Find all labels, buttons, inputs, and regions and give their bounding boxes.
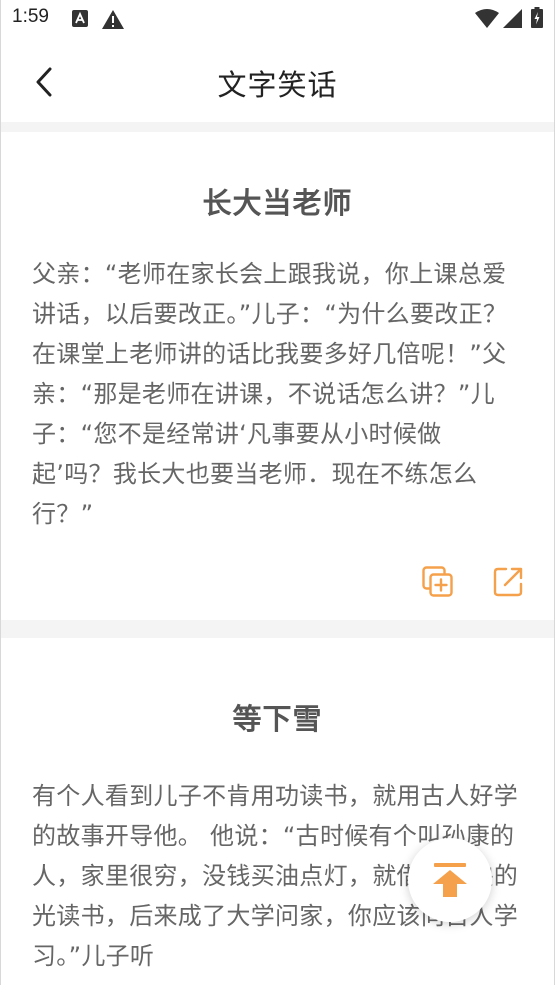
app-bar: 文字笑话 — [0, 40, 555, 122]
left-edge — [0, 0, 1, 985]
copy-button[interactable] — [418, 562, 458, 602]
joke-title: 等下雪 — [232, 702, 323, 736]
joke-body: 父亲：“老师在家长会上跟我说，你上课总爱讲话，以后要改正。”儿子：“为什么要改正… — [32, 260, 508, 528]
arrow-up-to-top-icon — [433, 863, 467, 897]
signal-icon — [503, 9, 522, 32]
joke-card: 等下雪 有个人看到儿子不肯用功读书，就用古人好学的故事开导他。 他说：“古时候有… — [0, 638, 555, 985]
battery-icon — [531, 7, 543, 32]
joke-card: 长大当老师 父亲：“老师在家长会上跟我说，你上课总爱讲话，以后要改正。”儿子：“… — [0, 132, 555, 620]
share-icon — [493, 567, 523, 597]
back-to-top-button[interactable] — [408, 838, 492, 922]
wifi-icon — [475, 9, 499, 32]
section-divider — [0, 620, 555, 638]
section-divider — [0, 122, 555, 132]
share-button[interactable] — [488, 562, 528, 602]
a-box-icon — [72, 10, 88, 31]
status-time: 1:59 — [12, 6, 49, 27]
status-bar: 1:59 — [0, 0, 555, 40]
joke-title: 长大当老师 — [202, 186, 353, 220]
page-title: 文字笑话 — [217, 68, 338, 102]
copy-icon — [422, 566, 453, 597]
warning-icon — [102, 10, 124, 33]
